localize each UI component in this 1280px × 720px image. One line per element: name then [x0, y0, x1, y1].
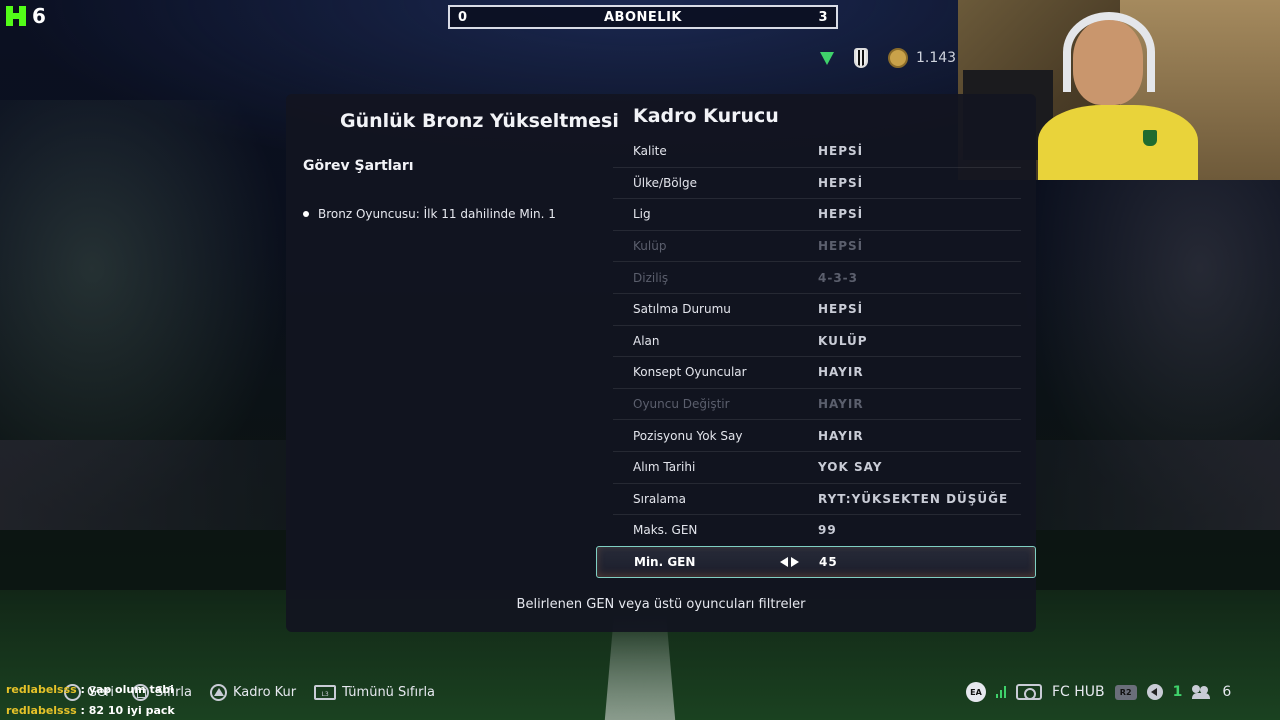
coin-balance: 1.143: [916, 50, 957, 66]
chat-text: : yap olum tabi: [76, 683, 174, 696]
option-label: Diziliş: [633, 270, 669, 285]
option-label: Maks. GEN: [633, 523, 698, 538]
option-value: RYT:YÜKSEKTEN DÜŞÜĞE: [818, 491, 1009, 506]
chat-username: redlabelsss: [6, 704, 77, 717]
option-row-league[interactable]: Lig HEPSİ: [613, 199, 1021, 231]
option-value: HAYIR: [818, 365, 864, 380]
chat-text: : 82 10 iyi pack: [76, 704, 175, 717]
option-row-nation[interactable]: Ülke/Bölge HEPSİ: [613, 168, 1021, 200]
value-stepper[interactable]: [780, 557, 799, 567]
arrow-left-icon[interactable]: [780, 557, 788, 567]
option-value: HEPSİ: [818, 175, 864, 190]
squad-builder-title: Kadro Kurucu: [633, 105, 779, 127]
subscription-label: ABONELIK: [604, 9, 682, 25]
option-row-acquired-date[interactable]: Alım Tarihi YOK SAY: [613, 452, 1021, 484]
option-row-ignore-position[interactable]: Pozisyonu Yok Say HAYIR: [613, 420, 1021, 452]
bullet-icon: [303, 211, 309, 217]
option-label: Satılma Durumu: [633, 302, 731, 317]
streamer-shirt: [1038, 105, 1198, 180]
signal-bars-icon: [996, 686, 1006, 698]
option-label: Alım Tarihi: [633, 460, 696, 475]
option-row-concept-players[interactable]: Konsept Oyuncular HAYIR: [613, 357, 1021, 389]
touchpad-button-icon: L3: [314, 685, 337, 700]
fc-hub-label[interactable]: FC HUB: [1052, 684, 1105, 700]
option-value: HAYIR: [818, 397, 864, 412]
kick-viewer-counter: 6: [6, 4, 46, 28]
rank-triangle-icon: [820, 51, 834, 65]
shirt-badge-icon: [1143, 130, 1157, 146]
requirement-text: Bronz Oyuncusu: İlk 11 dahilinde Min. 1: [318, 207, 556, 221]
option-row-formation: Diziliş 4-3-3: [613, 262, 1021, 294]
subscription-bar: 0 ABONELIK 3: [448, 5, 838, 29]
headset-icon: [1063, 12, 1155, 92]
option-value: YOK SAY: [818, 460, 883, 475]
option-row-club: Kulüp HEPSİ: [613, 231, 1021, 263]
kick-logo-icon: [6, 6, 26, 26]
challenge-title: Günlük Bronz Yükseltmesi: [340, 110, 619, 132]
requirement-item: Bronz Oyuncusu: İlk 11 dahilinde Min. 1: [303, 207, 556, 221]
option-label: Pozisyonu Yok Say: [633, 428, 743, 443]
squad-builder-options: Kalite HEPSİ Ülke/Bölge HEPSİ Lig HEPSİ …: [596, 136, 1036, 578]
chat-message: redlabelsss : 82 10 iyi pack: [6, 700, 175, 720]
option-value: KULÜP: [818, 333, 868, 348]
subscription-right-count: 3: [818, 9, 828, 25]
club-crest-icon: [854, 48, 868, 68]
chat-username: redlabelsss: [6, 683, 77, 696]
triangle-button-icon: [210, 684, 228, 701]
option-row-location[interactable]: Alan KULÜP: [613, 326, 1021, 358]
r2-button-icon: R2: [1114, 684, 1137, 700]
option-value: HAYIR: [818, 428, 864, 443]
coin-icon: [888, 48, 908, 68]
speaker-icon: [1146, 684, 1163, 700]
chat-message: redlabelsss : yap olum tabi: [6, 679, 175, 700]
fc-hub-icon[interactable]: [1016, 684, 1042, 700]
option-label: Oyuncu Değiştir: [633, 397, 730, 412]
ea-icon: EA: [966, 682, 986, 702]
option-row-swap-players: Oyuncu Değiştir HAYIR: [613, 389, 1021, 421]
reset-all-button[interactable]: L3 Tümünü Sıfırla: [314, 685, 435, 700]
reset-all-label: Tümünü Sıfırla: [342, 685, 436, 700]
option-value: HEPSİ: [818, 207, 864, 222]
option-label: Ülke/Bölge: [633, 175, 697, 190]
option-value: 99: [818, 523, 837, 538]
option-value: HEPSİ: [818, 302, 864, 317]
party-count: 6: [1222, 684, 1232, 700]
help-text: Belirlenen GEN veya üstü oyuncuları filt…: [516, 597, 806, 612]
option-row-quality[interactable]: Kalite HEPSİ: [613, 136, 1021, 168]
streamer-figure: [1038, 12, 1198, 180]
option-value: 45: [819, 555, 838, 569]
option-row-sort[interactable]: Sıralama RYT:YÜKSEKTEN DÜŞÜĞE: [613, 484, 1021, 516]
option-value: 4-3-3: [818, 270, 859, 285]
option-label: Kulüp: [633, 239, 667, 254]
requirements-title: Görev Şartları: [303, 158, 414, 174]
online-friends-count: 1: [1172, 684, 1183, 700]
option-label: Alan: [633, 333, 660, 348]
option-value: HEPSİ: [818, 144, 864, 159]
option-row-max-rating[interactable]: Maks. GEN 99: [613, 515, 1021, 547]
build-squad-label: Kadro Kur: [233, 685, 297, 700]
ad-board-left: [0, 440, 290, 530]
friends-icon[interactable]: [1192, 685, 1212, 699]
option-label: Min. GEN: [634, 555, 696, 569]
option-row-min-rating[interactable]: Min. GEN 45: [596, 546, 1036, 578]
option-row-sale-status[interactable]: Satılma Durumu HEPSİ: [613, 294, 1021, 326]
sbc-panel: Günlük Bronz Yükseltmesi Görev Şartları …: [286, 94, 1036, 632]
build-squad-button[interactable]: Kadro Kur: [210, 684, 296, 701]
option-label: Konsept Oyuncular: [633, 365, 747, 380]
option-label: Kalite: [633, 144, 667, 159]
subscription-left-count: 0: [458, 9, 468, 25]
currency-bar: 1.143: [820, 48, 956, 68]
option-value: HEPSİ: [818, 239, 864, 254]
stream-chat: redlabelsss : yap olum tabi redlabelsss …: [6, 679, 175, 720]
status-bar: EA FC HUB R2 1 6: [966, 682, 1231, 702]
arrow-right-icon[interactable]: [791, 557, 799, 567]
kick-viewer-count: 6: [32, 4, 46, 28]
option-label: Sıralama: [633, 491, 686, 506]
ad-board-right: [1030, 440, 1280, 530]
option-label: Lig: [633, 207, 651, 222]
